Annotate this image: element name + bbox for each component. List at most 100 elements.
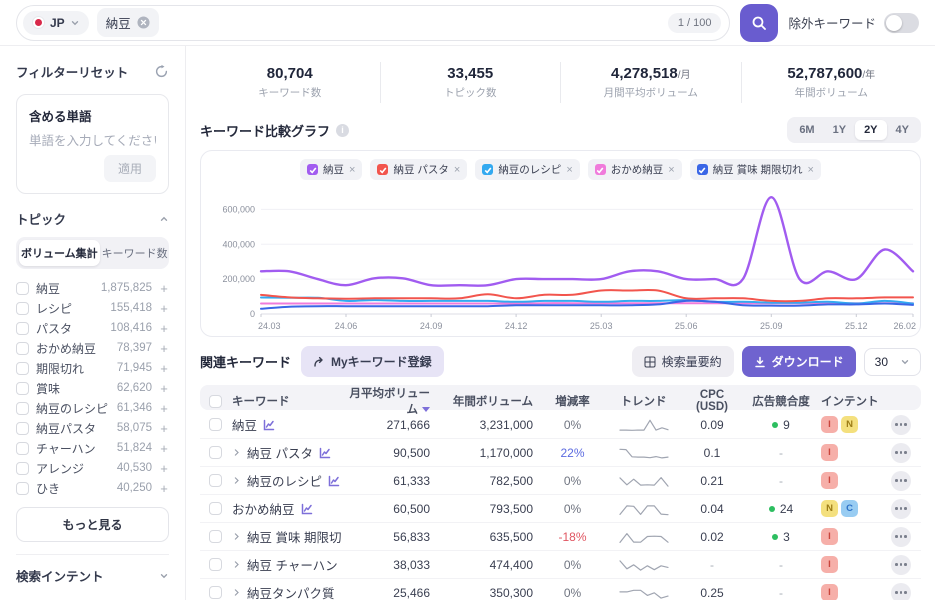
row-checkbox[interactable] [208, 586, 222, 599]
series-checkbox[interactable] [307, 164, 319, 175]
remove-keyword-icon[interactable] [137, 16, 150, 29]
keyword-trend-icon[interactable] [263, 419, 275, 431]
column-header[interactable]: 広告競合度 [743, 393, 819, 409]
topic-checkbox[interactable] [16, 381, 29, 395]
topic-checkbox[interactable] [16, 461, 29, 475]
topic-add-icon[interactable]: + [159, 461, 169, 476]
table-row[interactable]: 納豆 賞味 期限切れ 56,833 635,500 -18% 0.02 3 I [200, 523, 921, 551]
topic-add-icon[interactable]: + [159, 281, 169, 296]
row-menu-button[interactable] [891, 526, 911, 547]
table-row[interactable]: 納豆 パスタ 90,500 1,170,000 22% 0.1 - I [200, 439, 921, 467]
expand-chevron-icon[interactable] [232, 588, 241, 597]
table-row[interactable]: 納豆 チャーハン 38,033 474,400 0% - - I [200, 551, 921, 579]
range-1Y[interactable]: 1Y [824, 120, 855, 140]
topic-add-icon[interactable]: + [159, 321, 169, 336]
row-checkbox[interactable] [208, 558, 222, 571]
topic-checkbox[interactable] [16, 361, 29, 375]
topic-add-icon[interactable]: + [159, 341, 169, 356]
keyword-cell[interactable]: 納豆タンパク質 [230, 583, 341, 600]
keyword-cell[interactable]: 納豆 チャーハン [230, 555, 341, 574]
topic-checkbox[interactable] [16, 301, 29, 315]
search-bar[interactable]: JP 納豆 1 / 100 [16, 4, 731, 41]
legend-remove-icon[interactable]: × [454, 164, 460, 176]
column-header[interactable]: CPC (USD) [681, 389, 743, 413]
topic-checkbox[interactable] [16, 341, 29, 355]
keyword-trend-icon[interactable] [319, 447, 331, 459]
topic-add-icon[interactable]: + [159, 441, 169, 456]
topic-add-icon[interactable]: + [159, 481, 169, 496]
column-header[interactable]: 年間ボリューム [436, 393, 539, 409]
topic-add-icon[interactable]: + [159, 361, 169, 376]
topic-checkbox[interactable] [16, 441, 29, 455]
page-size-select[interactable]: 30 [863, 347, 921, 376]
keyword-cell[interactable]: 納豆 賞味 期限切れ [230, 527, 341, 546]
range-4Y[interactable]: 4Y [887, 120, 918, 140]
country-selector[interactable]: JP [23, 10, 89, 35]
series-checkbox[interactable] [482, 164, 494, 175]
column-header[interactable]: 増減率 [539, 393, 606, 409]
legend-remove-icon[interactable]: × [668, 164, 674, 176]
topic-checkbox[interactable] [16, 401, 29, 415]
topic-add-icon[interactable]: + [159, 401, 169, 416]
expand-chevron-icon[interactable] [232, 448, 241, 457]
series-checkbox[interactable] [377, 164, 389, 175]
topic-checkbox[interactable] [16, 281, 29, 295]
column-header[interactable]: トレンド [606, 393, 681, 409]
keyword-cell[interactable]: おかめ納豆 [230, 499, 341, 518]
row-checkbox[interactable] [208, 418, 222, 431]
legend-chip[interactable]: 納豆のレシピ × [475, 159, 580, 180]
topic-tab[interactable]: キーワード数 [100, 240, 170, 266]
sidebar-section[interactable]: 検索インテント [16, 554, 169, 596]
row-checkbox[interactable] [208, 446, 222, 459]
keyword-chip[interactable]: 納豆 [96, 8, 159, 37]
search-volume-summary-button[interactable]: 検索量要約 [631, 346, 734, 377]
legend-remove-icon[interactable]: × [808, 164, 814, 176]
topic-add-icon[interactable]: + [159, 381, 169, 396]
column-header[interactable]: キーワード [230, 393, 341, 409]
include-words-input[interactable] [29, 134, 156, 148]
legend-remove-icon[interactable]: × [566, 164, 572, 176]
table-row[interactable]: 納豆タンパク質 25,466 350,300 0% 0.25 - I [200, 579, 921, 600]
row-menu-button[interactable] [891, 414, 911, 435]
row-menu-button[interactable] [891, 582, 911, 600]
table-row[interactable]: おかめ納豆 60,500 793,500 0% 0.04 24 NC [200, 495, 921, 523]
row-menu-button[interactable] [891, 554, 911, 575]
expand-chevron-icon[interactable] [232, 532, 241, 541]
topic-add-icon[interactable]: + [159, 301, 169, 316]
row-checkbox[interactable] [208, 474, 222, 487]
keyword-cell[interactable]: 納豆 パスタ [230, 443, 341, 462]
column-header[interactable]: インテント [819, 393, 881, 409]
topic-checkbox[interactable] [16, 321, 29, 335]
select-all-checkbox[interactable] [208, 394, 222, 408]
legend-remove-icon[interactable]: × [349, 164, 355, 176]
topic-tab[interactable]: ボリューム集計 [19, 240, 100, 266]
apply-button[interactable]: 適用 [103, 155, 156, 182]
legend-chip[interactable]: 納豆 パスタ × [370, 159, 468, 180]
legend-chip[interactable]: 納豆 × [300, 159, 363, 180]
row-checkbox[interactable] [208, 502, 222, 515]
range-6M[interactable]: 6M [790, 120, 823, 140]
series-checkbox[interactable] [696, 164, 708, 175]
row-menu-button[interactable] [891, 442, 911, 463]
keyword-trend-icon[interactable] [328, 475, 340, 487]
topic-section-header[interactable]: トピック [16, 209, 169, 228]
exclude-keywords-toggle[interactable] [884, 12, 919, 33]
show-more-button[interactable]: もっと見る [16, 507, 169, 542]
topic-add-icon[interactable]: + [159, 421, 169, 436]
range-2Y[interactable]: 2Y [855, 120, 887, 140]
legend-chip[interactable]: おかめ納豆 × [587, 159, 682, 180]
legend-chip[interactable]: 納豆 賞味 期限切れ × [689, 159, 821, 180]
row-menu-button[interactable] [891, 470, 911, 491]
table-row[interactable]: 納豆 271,666 3,231,000 0% 0.09 9 IN [200, 411, 921, 439]
register-my-keywords-button[interactable]: Myキーワード登録 [301, 346, 444, 377]
keyword-trend-icon[interactable] [301, 503, 313, 515]
expand-chevron-icon[interactable] [232, 560, 241, 569]
search-button[interactable] [740, 3, 779, 42]
row-checkbox[interactable] [208, 530, 222, 543]
sidebar-section[interactable]: 検索ボリューム別 [16, 596, 169, 600]
keyword-cell[interactable]: 納豆のレシピ [230, 471, 341, 490]
table-row[interactable]: 納豆のレシピ 61,333 782,500 0% 0.21 - I [200, 467, 921, 495]
filter-reset[interactable]: フィルターリセット [16, 62, 169, 81]
download-button[interactable]: ダウンロード [741, 346, 856, 377]
expand-chevron-icon[interactable] [232, 476, 241, 485]
